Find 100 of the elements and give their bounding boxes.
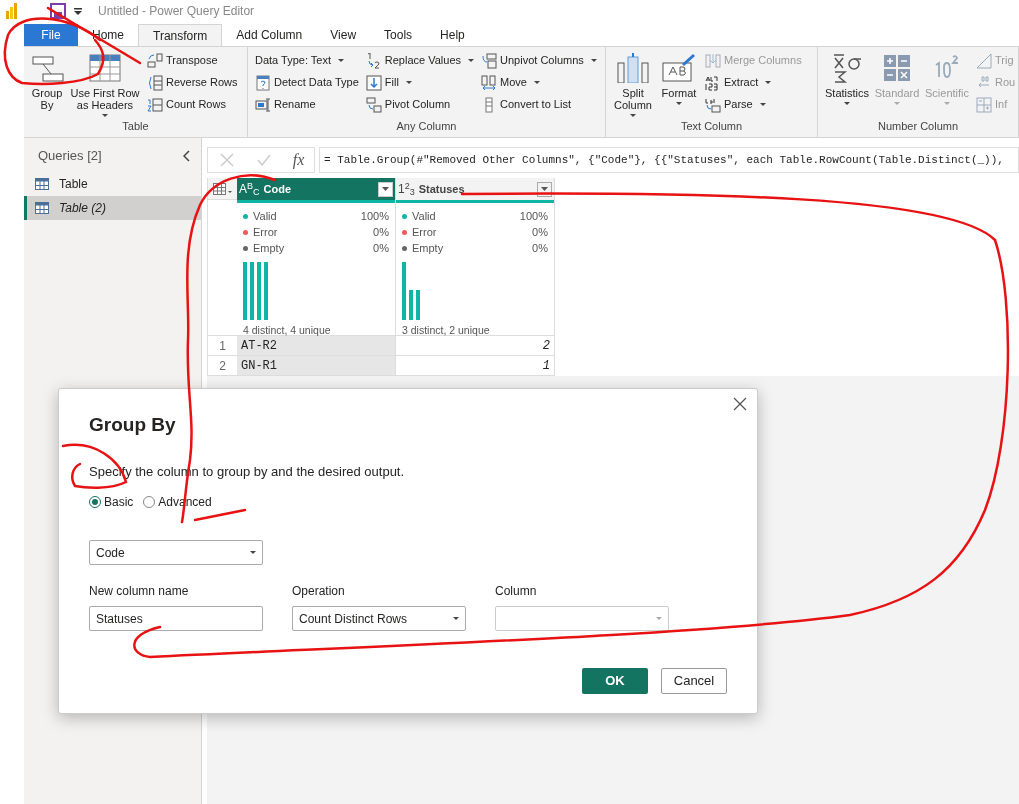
caret-icon: [541, 187, 548, 191]
reverse-rows-icon: [147, 74, 163, 91]
ribbon-button[interactable]: Split Column: [610, 51, 656, 118]
detect-type-icon: [255, 74, 271, 91]
dropdown-field[interactable]: Code: [89, 540, 263, 565]
caret-icon: [102, 114, 108, 117]
checkmark-icon: [257, 153, 272, 167]
quality-value: 100%: [360, 208, 389, 224]
ribbon-tab[interactable]: Help: [426, 24, 479, 46]
insert-function-button[interactable]: fx: [292, 148, 305, 172]
file-tab[interactable]: File: [24, 24, 78, 46]
quality-label: Error: [412, 224, 438, 240]
radio-option[interactable]: Basic: [89, 493, 134, 511]
collapse-button[interactable]: [183, 150, 193, 162]
caret-icon: [630, 114, 636, 117]
merge-columns-icon: [705, 52, 721, 69]
ribbon-button[interactable]: Reverse Rows: [147, 73, 238, 92]
caret-icon: [405, 81, 412, 84]
profile-summary: 3 distinct, 2 unique: [402, 324, 491, 336]
ribbon-button[interactable]: Data Type: Text: [255, 51, 359, 70]
triangle-icon: [976, 52, 992, 69]
quality-value: 0%: [373, 240, 389, 256]
query-item[interactable]: Table (2): [24, 196, 201, 220]
caret-icon: [894, 102, 900, 105]
quality-label: Valid: [412, 208, 437, 224]
ribbon-button[interactable]: Convert to List: [481, 95, 597, 114]
chevron-icon: [183, 150, 191, 162]
ribbon-button[interactable]: Fill: [365, 73, 475, 92]
quality-value: 0%: [532, 240, 548, 256]
ribbon-tab[interactable]: Add Column: [222, 24, 317, 46]
filter-button[interactable]: [537, 181, 552, 197]
query-item[interactable]: Table: [24, 172, 201, 196]
ribbon-button[interactable]: Rename: [255, 95, 359, 114]
ribbon-button[interactable]: Parse: [705, 95, 802, 114]
quality-label: Empty: [412, 240, 445, 256]
rename-icon: [255, 96, 271, 113]
column-header[interactable]: 1$^{2}$$_{3}$ Statuses: [396, 178, 554, 200]
close-icon: [219, 153, 234, 167]
caret-icon: [74, 7, 82, 15]
histogram-drawing: [402, 262, 420, 320]
extract-icon: [705, 74, 721, 91]
ribbon-button[interactable]: Count Rows: [147, 95, 238, 114]
window-title: Untitled - Power Query Editor: [98, 3, 255, 20]
input-field[interactable]: Statuses: [89, 606, 263, 631]
ribbon-button[interactable]: Use First Row as Headers: [67, 51, 143, 118]
quality-label: Valid: [253, 208, 278, 224]
ribbon-tab[interactable]: Home: [78, 24, 138, 46]
formula-field[interactable]: = Table.Group(#"Removed Other Columns", {"Code"}, {{"Statuses", each Table.RowCount(Table.Distinct(_)),: [319, 147, 1019, 173]
pane-title: Queries [2]: [38, 147, 102, 166]
table-icon: [212, 182, 233, 195]
caret-icon: [759, 103, 766, 106]
ribbon-button[interactable]: Extract: [705, 73, 802, 92]
split-column-icon: [616, 53, 650, 83]
parse-icon: [705, 96, 721, 113]
format-icon: [661, 53, 697, 83]
filter-button[interactable]: [378, 181, 393, 197]
ribbon-button[interactable]: Group By: [28, 51, 66, 118]
quality-label: Empty: [253, 240, 286, 256]
ribbon-button[interactable]: Format: [657, 51, 701, 118]
group-label: Number Column: [876, 118, 960, 134]
ok-button[interactable]: OK: [582, 668, 648, 694]
caret-icon: [656, 617, 662, 620]
caret-icon: [382, 187, 389, 191]
quality-value: 0%: [373, 224, 389, 240]
ribbon-tab[interactable]: View: [316, 24, 371, 46]
ribbon-button[interactable]: Unpivot Columns: [481, 51, 597, 70]
move-icon: [481, 74, 498, 91]
caret-icon: [453, 617, 459, 620]
caret-icon: [250, 551, 256, 554]
dialog-title: Group By: [89, 413, 177, 437]
caret-icon: [590, 59, 597, 62]
dropdown-field[interactable]: Count Distinct Rows: [292, 606, 466, 631]
caret-icon: [468, 59, 475, 62]
ribbon-button[interactable]: Transpose: [147, 51, 238, 70]
profile-summary: 4 distinct, 4 unique: [243, 324, 332, 336]
ribbon-button[interactable]: Move: [481, 73, 597, 92]
field-label: Column: [495, 583, 537, 600]
group-label: Table: [121, 118, 150, 134]
ribbon-button[interactable]: Replace Values: [365, 51, 475, 70]
histogram-drawing: [243, 262, 268, 320]
ribbon-tab[interactable]: Transform: [138, 24, 223, 46]
ribbon-button[interactable]: Statistics: [822, 51, 872, 118]
caret-icon: [765, 81, 772, 84]
close-button[interactable]: [733, 397, 747, 411]
count-rows-icon: [147, 96, 163, 113]
table-cell: AT-R2: [237, 336, 395, 356]
column-header[interactable]: A$^{B}$$_{C}$ Code: [237, 178, 395, 200]
ribbon-button[interactable]: Pivot Column: [365, 95, 475, 114]
field-label: New column name: [89, 583, 189, 600]
quality-value: 100%: [519, 208, 548, 224]
caret-icon: [676, 102, 682, 105]
group-label: Text Column: [679, 118, 744, 134]
ribbon-button[interactable]: Detect Data Type: [255, 73, 359, 92]
group-by-icon: [29, 53, 65, 83]
replace-values-icon: [365, 52, 382, 69]
ribbon-tab[interactable]: Tools: [370, 24, 427, 46]
cancel-button[interactable]: Cancel: [661, 668, 727, 694]
table-icon: [35, 178, 49, 190]
caret-icon: [844, 102, 850, 105]
quality-value: 0%: [532, 224, 548, 240]
